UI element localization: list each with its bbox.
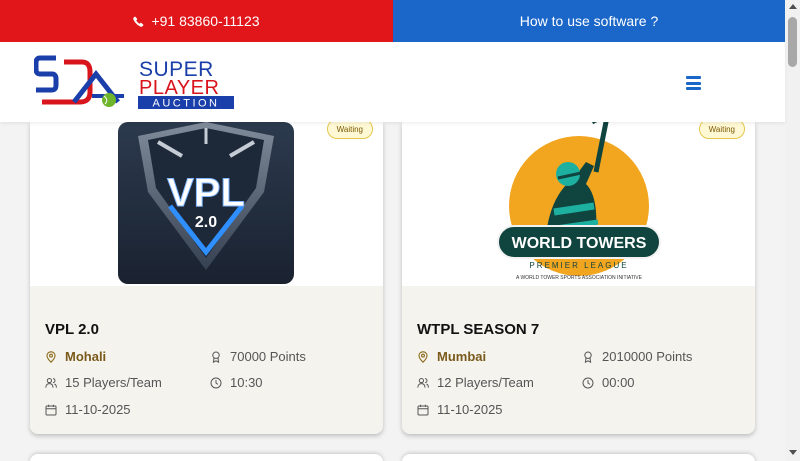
hamburger-bar [686,87,701,90]
points: 70000 Points [210,349,306,364]
location-pin-icon [46,350,56,363]
site-header: SUPER PLAYER AUCTION [0,42,785,122]
date-text: 11-10-2025 [65,402,131,417]
players-text: 15 Players/Team [65,375,162,390]
calendar-icon [45,404,57,415]
brand-line3: AUCTION [153,98,220,110]
date-text: 11-10-2025 [437,402,503,417]
calendar-icon [417,404,429,415]
start-time: 00:00 [582,375,635,390]
world-towers-logo: WORLD TOWERS PREMIER LEAGUE A WORLD TOWE… [497,122,661,281]
users-icon [45,377,57,388]
date: 11-10-2025 [45,402,131,417]
clock-icon [582,377,594,388]
location-pin-icon [418,350,428,363]
phone-number: +91 83860-11123 [151,13,260,29]
brand-logo[interactable]: SUPER PLAYER AUCTION [34,54,234,110]
clock-icon [210,377,222,388]
players-per-team: 15 Players/Team [45,375,162,390]
location-text: Mohali [65,349,107,364]
vpl-logo-subtext: 2.0 [195,214,217,231]
scroll-up-arrow-icon[interactable] [789,4,797,9]
vpl-logo-text: VPL [167,171,245,215]
location: Mumbai [417,349,486,364]
award-icon [212,350,220,363]
players-per-team: 12 Players/Team [417,375,534,390]
tournament-list: VPL 2.0 Waiting VPL 2.0 Mohali 70000 Poi… [0,122,785,461]
hamburger-bar [686,76,701,79]
players-text: 12 Players/Team [437,375,534,390]
points: 2010000 Points [582,349,692,364]
tournament-name[interactable]: WTPL SEASON 7 [417,321,539,338]
location: Mohali [45,349,106,364]
scrollbar-thumb[interactable] [788,17,797,67]
phone-link[interactable]: +91 83860-11123 [0,0,393,42]
vpl-logo: VPL 2.0 [118,122,294,284]
status-badge: Waiting [698,122,745,139]
logo-title: WORLD TOWERS [512,235,647,252]
top-bar: +91 83860-11123 How to use software ? [0,0,785,42]
points-text: 70000 Points [230,349,306,364]
logo-mark [34,55,124,107]
time-text: 10:30 [230,375,263,390]
date: 11-10-2025 [417,402,503,417]
hamburger-bar [686,81,701,85]
time-text: 00:00 [602,375,635,390]
tournament-card[interactable]: VPL 2.0 Waiting VPL 2.0 Mohali 70000 Poi… [30,122,383,434]
logo-tagline: A WORLD TOWER SPORTS ASSOCIATION INITIAT… [516,275,643,281]
location-text: Mumbai [437,349,487,364]
phone-icon [133,16,144,27]
points-text: 2010000 Points [602,349,693,364]
tournament-image-area: VPL 2.0 Waiting [30,122,383,286]
status-badge: Waiting [326,122,373,139]
tournament-card-partial[interactable] [30,454,383,461]
vertical-scrollbar[interactable] [785,0,800,461]
tournament-image-area: WORLD TOWERS PREMIER LEAGUE A WORLD TOWE… [402,122,755,286]
users-icon [417,377,429,388]
tournament-name[interactable]: VPL 2.0 [45,321,99,338]
scroll-down-arrow-icon[interactable] [789,450,797,455]
award-icon [584,350,592,363]
tournament-card-partial[interactable] [402,454,755,461]
brand-line2: PLAYER [139,77,219,99]
how-to-use-link[interactable]: How to use software ? [393,0,785,42]
hamburger-menu-button[interactable] [686,76,701,90]
start-time: 10:30 [210,375,263,390]
logo-subtitle: PREMIER LEAGUE [529,261,628,270]
tournament-card[interactable]: WORLD TOWERS PREMIER LEAGUE A WORLD TOWE… [402,122,755,434]
